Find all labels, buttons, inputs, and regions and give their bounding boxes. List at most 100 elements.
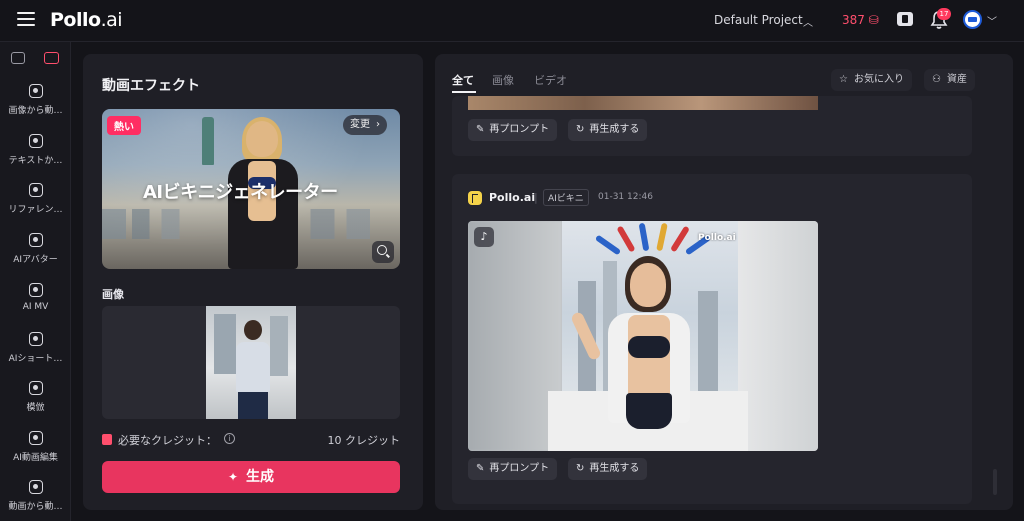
project-selector[interactable]: Default Project [714, 13, 803, 27]
post-timestamp: 01-31 12:46 [598, 192, 653, 202]
sidebar-item-imitate[interactable]: 模倣 [0, 381, 71, 427]
sidebar-item-label: 模倣 [26, 403, 45, 413]
ticket-icon[interactable] [897, 12, 913, 26]
reprompt-label: 再プロンプト [489, 463, 550, 474]
feather-headdress [594, 222, 712, 263]
video-mode-icon[interactable] [44, 52, 59, 64]
statue-figure [202, 117, 214, 165]
thumb-figure-body [236, 342, 270, 392]
sidebar-mode-switch [0, 50, 71, 70]
sparkle-icon: ✦ [227, 470, 239, 484]
reprompt-button[interactable]: ✎ 再プロンプト [468, 119, 558, 141]
change-effect-button[interactable]: 変更 › [343, 115, 387, 135]
regenerate-button[interactable]: ↻ 再生成する [568, 458, 648, 480]
chevron-down-icon[interactable]: ﹀ [987, 13, 997, 28]
sidebar-item-reference[interactable]: リファレン… [0, 183, 71, 229]
logo-text: Pollo [50, 9, 101, 31]
assets-button[interactable]: ⚇ 資産 [924, 69, 975, 91]
chevron-right-icon: › [376, 119, 380, 130]
tab-images[interactable]: 画像 [492, 72, 514, 88]
result-video[interactable]: Pollo.ai ♪ [468, 221, 818, 451]
assets-label: 資産 [946, 74, 967, 85]
text-to-video-icon [28, 134, 43, 148]
hot-badge: 熱い [107, 116, 141, 135]
refresh-icon: ↻ [576, 124, 585, 135]
result-card: ✎ 再プロンプト ↻ 再生成する [452, 96, 972, 156]
watermark: Pollo.ai [698, 233, 736, 243]
figure-bikini-bottom [626, 393, 672, 429]
figure-bikini-top [628, 336, 670, 358]
imitate-icon [28, 381, 43, 395]
result-card: Pollo.ai | AIビキニ 01-31 12:46 Pollo.ai ♪ … [452, 174, 972, 504]
thumb-window [270, 316, 288, 376]
required-credits-row: 必要なクレジット： i 10 クレジット [102, 432, 400, 448]
effect-tag[interactable]: AIビキニ [543, 189, 589, 206]
chevron-up-icon[interactable]: ︿ [803, 14, 813, 29]
image-mode-icon[interactable] [11, 52, 25, 64]
regenerate-label: 再生成する [589, 463, 640, 474]
thumb-window [214, 314, 236, 374]
post-author: Pollo.ai [489, 191, 536, 204]
figure-torso [628, 315, 670, 405]
effect-card[interactable]: 熱い 変更 › AIビキニジェネレーター [102, 109, 400, 269]
sidebar: 画像から動… テキストか… リファレン… AIアバター AI MV AIショート… [0, 42, 71, 521]
tiktok-icon[interactable]: ♪ [474, 227, 494, 247]
image-section-label: 画像 [102, 288, 124, 301]
uploaded-image-thumbnail [206, 306, 296, 419]
thumb-figure-skirt [238, 392, 268, 419]
generate-button[interactable]: ✦ 生成 [102, 461, 400, 493]
sidebar-item-label: AIアバター [13, 255, 58, 265]
edit-icon: ✎ [476, 463, 485, 474]
reprompt-button[interactable]: ✎ 再プロンプト [468, 458, 558, 480]
star-icon: ☆ [839, 74, 848, 85]
sidebar-item-label: AI MV [22, 302, 49, 312]
effect-panel: 動画エフェクト 熱い 変更 › AIビキニジェネレーター 画像 必要なクレジット：… [83, 54, 423, 510]
menu-icon[interactable] [17, 12, 35, 28]
avatar[interactable] [963, 10, 982, 29]
tab-videos[interactable]: ビデオ [534, 72, 567, 88]
panel-title: 動画エフェクト [102, 78, 200, 94]
favorites-button[interactable]: ☆ お気に入り [831, 69, 912, 91]
uploaded-image-area[interactable] [102, 306, 400, 419]
sidebar-item-label: テキストか… [8, 156, 63, 166]
sidebar-item-ai-avatar[interactable]: AIアバター [0, 233, 71, 279]
sidebar-item-label: 動画から動… [8, 502, 63, 512]
sidebar-item-image-to-video[interactable]: 画像から動… [0, 84, 71, 130]
tab-all[interactable]: 全て [452, 72, 474, 88]
sidebar-item-ai-short[interactable]: AIショート… [0, 332, 71, 378]
required-credits-amount: 10 クレジット [327, 434, 401, 447]
user-icon: ⚇ [932, 74, 941, 85]
regenerate-button[interactable]: ↻ 再生成する [568, 119, 648, 141]
scrollbar[interactable] [993, 469, 997, 495]
reference-icon [28, 183, 43, 197]
credit-icon [102, 434, 112, 445]
credits-balance[interactable]: 387 ⛁ [842, 13, 879, 27]
sidebar-item-label: AI動画編集 [13, 453, 58, 463]
separator: | [534, 191, 538, 204]
sidebar-item-video-to-video[interactable]: 動画から動… [0, 480, 71, 521]
generate-label: 生成 [246, 469, 275, 485]
notification-badge: 17 [937, 8, 951, 20]
info-icon[interactable]: i [224, 433, 235, 444]
video-blur-right [738, 221, 818, 451]
refresh-icon: ↻ [576, 463, 585, 474]
figure-head [630, 263, 666, 307]
reprompt-label: 再プロンプト [489, 124, 550, 135]
result-media-preview[interactable] [468, 96, 818, 110]
sidebar-item-label: リファレン… [8, 205, 63, 215]
thumb-figure-head [244, 320, 262, 340]
credits-value: 387 [842, 13, 865, 27]
building [698, 291, 718, 391]
sidebar-item-ai-mv[interactable]: AI MV [0, 283, 71, 329]
sidebar-item-text-to-video[interactable]: テキストか… [0, 134, 71, 180]
sidebar-item-video-edit[interactable]: AI動画編集 [0, 431, 71, 477]
logo[interactable]: Pollo.ai [50, 9, 123, 31]
pollo-logo-icon [468, 191, 482, 205]
required-credits-label: 必要なクレジット： [118, 434, 217, 447]
effect-name: AIビキニジェネレーター [143, 182, 338, 203]
image-to-video-icon [28, 84, 43, 98]
favorites-label: お気に入り [853, 74, 904, 85]
avatar-icon [28, 233, 43, 247]
zoom-in-icon[interactable] [372, 241, 394, 263]
results-panel: 全て 画像 ビデオ ☆ お気に入り ⚇ 資産 ✎ 再プロンプト ↻ 再生成する Poll… [435, 54, 1013, 510]
